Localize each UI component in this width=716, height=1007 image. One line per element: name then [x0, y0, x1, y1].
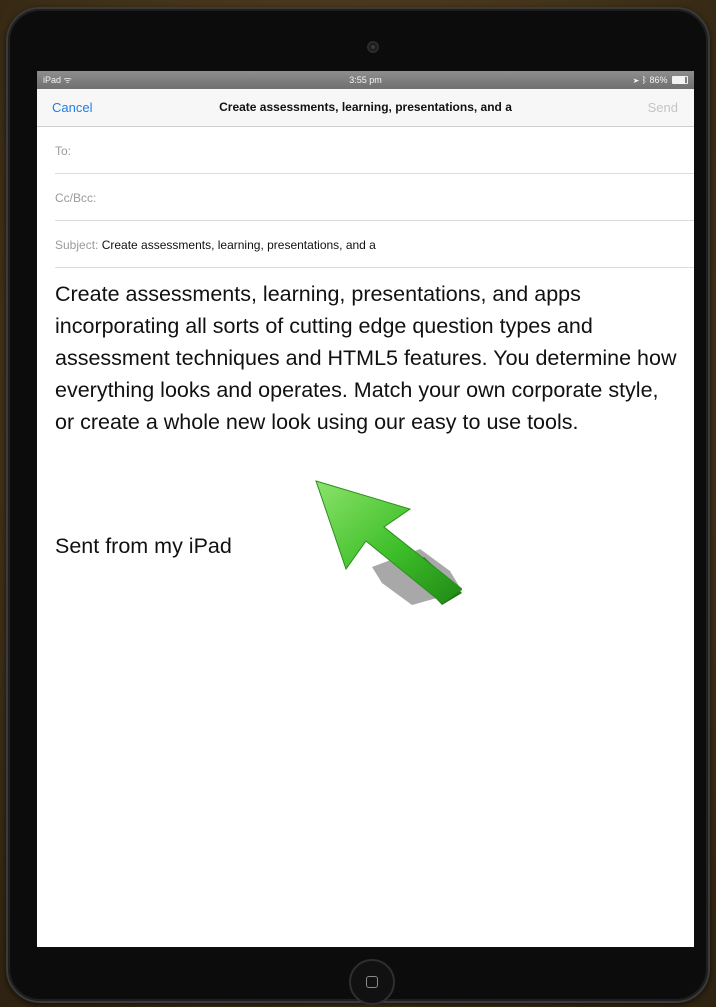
to-label: To: [55, 144, 72, 158]
subject-field-row[interactable]: Subject: Create assessments, learning, p… [55, 222, 694, 268]
status-right-group: ➤ ᛒ 86% [634, 71, 688, 89]
send-button[interactable]: Send [648, 100, 678, 115]
home-square-icon [366, 976, 378, 988]
mail-compose-screen: iPad ᯤ 3:55 pm ➤ ᛒ 86% Cancel Create ass… [37, 71, 694, 947]
compose-title: Create assessments, learning, presentati… [219, 100, 512, 114]
compose-nav-bar: Cancel Create assessments, learning, pre… [37, 89, 694, 127]
bluetooth-icon: ᛒ [641, 75, 647, 85]
to-input[interactable] [74, 142, 574, 162]
battery-percent: 86% [649, 75, 668, 85]
message-body[interactable]: Create assessments, learning, presentati… [55, 278, 680, 438]
location-icon: ➤ [633, 75, 640, 85]
status-bar: iPad ᯤ 3:55 pm ➤ ᛒ 86% [37, 71, 694, 89]
camera-icon [367, 41, 379, 53]
to-field-row[interactable]: To: [55, 128, 694, 174]
signature[interactable]: Sent from my iPad [55, 534, 232, 559]
subject-input[interactable]: Create assessments, learning, presentati… [102, 238, 376, 252]
cc-bcc-input[interactable] [100, 189, 600, 209]
cc-bcc-label: Cc/Bcc: [55, 191, 97, 205]
green-pointer-arrow-icon [315, 480, 462, 605]
cc-bcc-field-row[interactable]: Cc/Bcc: [55, 175, 694, 221]
home-button[interactable] [349, 959, 395, 1005]
status-time: 3:55 pm [349, 75, 382, 85]
subject-label: Subject: [55, 238, 99, 252]
battery-icon [672, 75, 688, 84]
battery-level [673, 76, 686, 83]
